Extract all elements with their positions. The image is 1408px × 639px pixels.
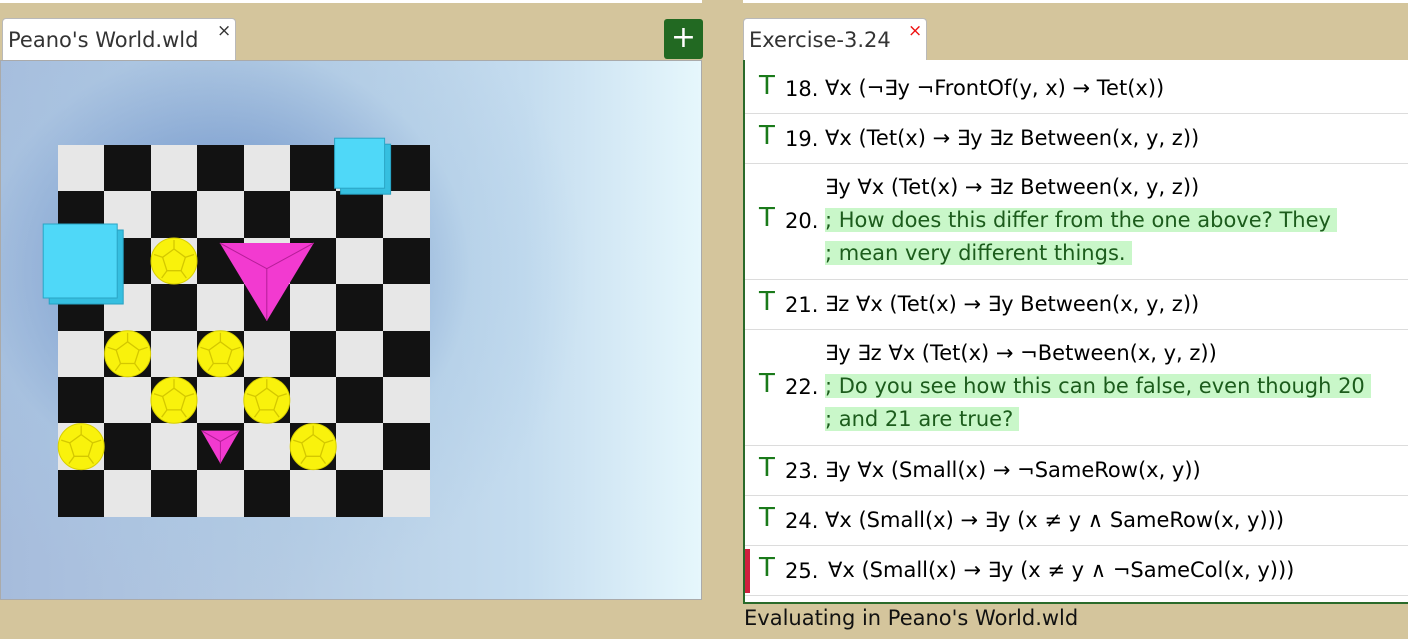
close-icon[interactable]: × — [908, 21, 922, 41]
sentence-row[interactable]: T 23. ∃y ∀x (Small(x) → ¬SameRow(x, y)) — [745, 445, 1408, 496]
dodec-small[interactable] — [104, 330, 152, 378]
sentence-number: 22. — [785, 375, 819, 399]
truth-value-icon: T — [759, 553, 775, 583]
cube-large[interactable] — [42, 223, 124, 305]
sentence-row[interactable]: T 22. ∃y ∃z ∀x (Tet(x) → ¬Between(x, y, z)… — [745, 329, 1408, 446]
sentence-row[interactable]: T 21. ∃z ∀x (Tet(x) → ∃y Between(x, y, z)) — [745, 279, 1408, 330]
sentence-formula: ∀x (Small(x) → ∃y (x ≠ y ∧ SameRow(x, y)… — [825, 508, 1285, 532]
sentence-comment: ; and 21 are true? — [825, 407, 1020, 431]
sentence-row[interactable]: T 20. ∃y ∀x (Tet(x) → ∃z Between(x, y, z))… — [745, 163, 1408, 280]
dodec-small[interactable] — [150, 376, 198, 424]
sentence-formula: ∀x (Tet(x) → ∃y ∃z Between(x, y, z)) — [825, 126, 1200, 150]
truth-value-icon: T — [759, 203, 775, 233]
truth-value-icon: T — [759, 369, 775, 399]
current-sentence-marker — [745, 549, 750, 593]
dodec-small[interactable] — [150, 237, 198, 285]
sentence-number: 24. — [785, 509, 819, 533]
sentence-number: 21. — [785, 293, 819, 317]
tet-small[interactable] — [201, 430, 240, 464]
close-icon[interactable]: × — [217, 21, 231, 41]
dodec-small[interactable] — [57, 423, 105, 471]
dodec-small[interactable] — [289, 423, 337, 471]
world-view[interactable] — [0, 60, 702, 600]
status-text: Evaluating in Peano's World.wld — [744, 606, 1079, 630]
tet-large[interactable] — [219, 242, 315, 321]
sentence-formula: ∀x (Small(x) → ∃y (x ≠ y ∧ ¬SameCol(x, y… — [828, 558, 1295, 582]
sentence-comment: ; Do you see how this can be false, even… — [825, 374, 1371, 398]
sentence-number: 23. — [785, 459, 819, 483]
dodec-small[interactable] — [196, 330, 244, 378]
sentence-row[interactable]: T 25. ∀x (Small(x) → ∃y (x ≠ y ∧ ¬SameCol(… — [745, 545, 1408, 596]
sentence-number: 25. — [785, 559, 819, 583]
cube-medium[interactable] — [334, 137, 392, 195]
truth-value-icon: T — [759, 71, 775, 101]
top-strip-right — [743, 0, 1408, 3]
sentence-number: 20. — [785, 209, 819, 233]
sentence-number: 18. — [785, 77, 819, 101]
tab-exercise[interactable]: Exercise-3.24 × — [743, 18, 927, 60]
sentence-formula: ∀x (¬∃y ¬FrontOf(y, x) → Tet(x)) — [825, 76, 1165, 100]
sentence-row[interactable]: T 19. ∀x (Tet(x) → ∃y ∃z Between(x, y, z)) — [745, 113, 1408, 164]
sentence-formula: ∃z ∀x (Tet(x) → ∃y Between(x, y, z)) — [825, 292, 1200, 316]
truth-value-icon: T — [759, 287, 775, 317]
tab-exercise-label: Exercise-3.24 — [749, 28, 891, 52]
sentence-comment: ; How does this differ from the one abov… — [825, 208, 1337, 232]
truth-value-icon: T — [759, 453, 775, 483]
truth-value-icon: T — [759, 503, 775, 533]
dodec-small[interactable] — [243, 376, 291, 424]
world-objects — [42, 137, 392, 471]
sentence-comment: ; mean very different things. — [825, 241, 1132, 265]
sentence-formula: ∃y ∀x (Tet(x) → ∃z Between(x, y, z)) — [825, 175, 1200, 199]
truth-value-icon: T — [759, 121, 775, 151]
tab-world[interactable]: Peano's World.wld × — [2, 18, 236, 60]
sentence-number: 19. — [785, 127, 819, 151]
top-strip-left — [0, 0, 702, 3]
sentence-row[interactable]: T 24. ∀x (Small(x) → ∃y (x ≠ y ∧ SameRow(x… — [745, 495, 1408, 546]
tab-world-label: Peano's World.wld — [8, 28, 199, 52]
sentence-row[interactable]: T 18. ∀x (¬∃y ¬FrontOf(y, x) → Tet(x)) — [745, 63, 1408, 114]
add-tab-button[interactable]: + — [664, 19, 703, 59]
sentence-list[interactable]: T 18. ∀x (¬∃y ¬FrontOf(y, x) → Tet(x)) T 19.… — [743, 60, 1408, 604]
sentence-formula: ∃y ∀x (Small(x) → ¬SameRow(x, y)) — [825, 458, 1201, 482]
sentence-formula: ∃y ∃z ∀x (Tet(x) → ¬Between(x, y, z)) — [825, 341, 1217, 365]
